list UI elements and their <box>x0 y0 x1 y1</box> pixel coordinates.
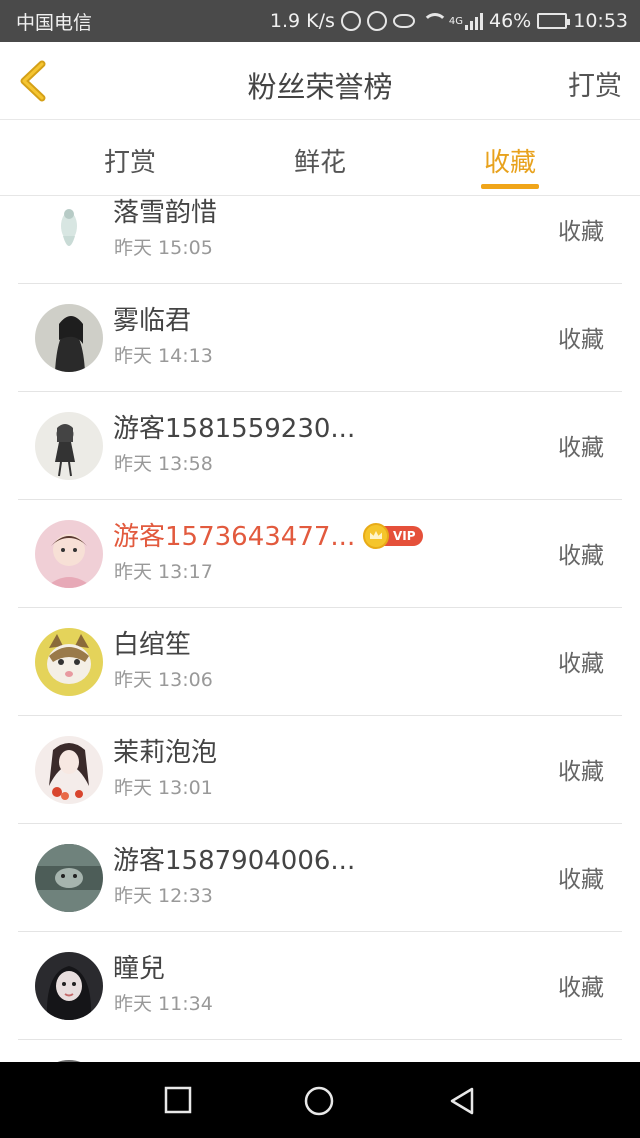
battery-percent: 46% <box>489 10 532 32</box>
timestamp: 昨天 13:58 <box>114 453 213 475</box>
action-label: 收藏 <box>558 975 604 1001</box>
timestamp: 昨天 13:06 <box>114 669 213 691</box>
action-label: 收藏 <box>558 543 604 569</box>
action-label: 收藏 <box>558 435 604 461</box>
avatar <box>35 412 103 480</box>
vip-badge: VIP <box>363 523 423 549</box>
list-item[interactable]: 游客1573643477... VIP 昨天 13:17 收藏 <box>18 500 622 608</box>
user-name: 茉莉泡泡 <box>113 738 218 768</box>
timestamp: 昨天 12:33 <box>114 885 213 907</box>
crown-icon <box>363 523 389 549</box>
system-nav-bar <box>0 1062 640 1138</box>
recent-apps-icon[interactable] <box>164 1086 192 1114</box>
page-title: 粉丝荣誉榜 <box>247 70 393 104</box>
action-label: 收藏 <box>558 327 604 353</box>
wifi-icon <box>421 13 448 29</box>
eye-comfort-icon <box>392 14 415 28</box>
avatar <box>35 736 103 804</box>
list-item[interactable]: 雾临君 昨天 14:13 收藏 <box>18 284 622 392</box>
network-type: 4G <box>448 16 463 27</box>
user-name: 白绾笙 <box>113 630 192 660</box>
active-tab-indicator <box>481 184 539 189</box>
user-name: 游客1573643477... <box>113 522 356 552</box>
timestamp: 昨天 15:05 <box>114 237 213 259</box>
list-item[interactable]: 落雪韵惜 昨天 15:05 收藏 <box>18 196 622 284</box>
avatar <box>35 844 103 912</box>
user-name: 瞳兒 <box>113 954 166 984</box>
list-item[interactable]: 瞳兒 昨天 11:34 收藏 <box>18 932 622 1040</box>
avatar <box>35 520 103 588</box>
action-label: 收藏 <box>558 219 604 245</box>
avatar <box>35 196 103 264</box>
user-name: 落雪韵惜 <box>113 198 218 228</box>
tab-bar: 打赏 鲜花 收藏 <box>0 120 640 196</box>
alarm-icon <box>366 11 387 31</box>
list-item[interactable] <box>18 1040 622 1062</box>
timestamp: 昨天 14:13 <box>114 345 213 367</box>
reward-button[interactable]: 打赏 <box>568 64 622 103</box>
avatar <box>35 304 103 372</box>
user-name: 游客1587904006... <box>113 846 356 876</box>
avatar <box>35 952 103 1020</box>
fan-list[interactable]: 落雪韵惜 昨天 15:05 收藏 雾临君 昨天 14:13 收藏 游客15815… <box>0 196 640 1062</box>
list-item[interactable]: 茉莉泡泡 昨天 13:01 收藏 <box>18 716 622 824</box>
avatar <box>35 628 103 696</box>
action-label: 收藏 <box>558 759 604 785</box>
action-label: 收藏 <box>558 651 604 677</box>
header-bar: 粉丝荣誉榜 打赏 <box>0 42 640 120</box>
status-icons: 1.9 K/s 4G 46% 10:53 <box>270 10 628 32</box>
timestamp: 昨天 11:34 <box>114 993 213 1015</box>
status-bar: 中国电信 1.9 K/s 4G 46% 10:53 <box>0 0 640 42</box>
back-icon[interactable] <box>448 1086 476 1116</box>
tab-favorites[interactable]: 收藏 <box>450 142 570 179</box>
tab-reward[interactable]: 打赏 <box>70 142 190 179</box>
action-label: 收藏 <box>558 867 604 893</box>
user-name: 雾临君 <box>113 306 192 336</box>
data-saver-icon <box>340 11 361 31</box>
home-icon[interactable] <box>304 1086 334 1116</box>
list-item[interactable]: 游客1581559230... 昨天 13:58 收藏 <box>18 392 622 500</box>
list-item[interactable]: 游客1587904006... 昨天 12:33 收藏 <box>18 824 622 932</box>
clock: 10:53 <box>573 10 628 32</box>
list-item[interactable]: 白绾笙 昨天 13:06 收藏 <box>18 608 622 716</box>
signal-icon <box>465 12 483 30</box>
network-speed: 1.9 K/s <box>269 10 335 32</box>
timestamp: 昨天 13:01 <box>114 777 213 799</box>
user-name: 游客1581559230... <box>113 414 356 444</box>
timestamp: 昨天 13:17 <box>114 561 213 583</box>
carrier-label: 中国电信 <box>16 11 93 34</box>
tab-flowers[interactable]: 鲜花 <box>260 142 380 179</box>
battery-icon <box>537 13 571 29</box>
